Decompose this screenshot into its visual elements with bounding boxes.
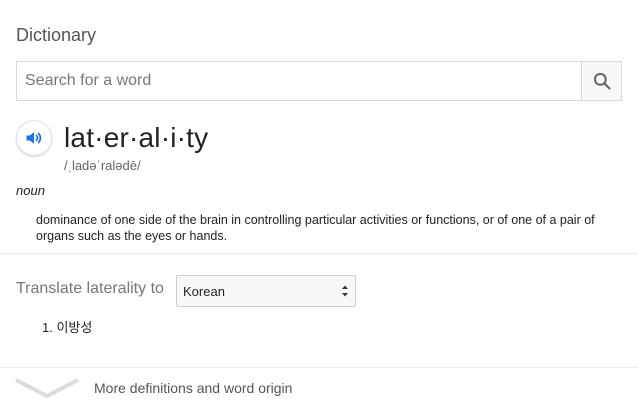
translation-text: 이방성 — [56, 320, 93, 335]
language-select[interactable]: Korean — [176, 275, 356, 307]
phonetic-spelling: /ˌladəˈralədē/ — [64, 158, 141, 173]
search-box — [16, 61, 622, 101]
more-definitions-text: More definitions and word origin — [94, 380, 293, 396]
dictionary-card: Dictionary lat·er·al·i·ty /ˌladəˈralədē/… — [0, 0, 638, 408]
card-title: Dictionary — [16, 25, 97, 45]
definition-text: dominance of one side of the brain in co… — [36, 213, 595, 243]
translation-result: 1. 이방성 — [42, 319, 92, 337]
search-input[interactable] — [17, 62, 581, 100]
chevron-down-icon — [15, 378, 79, 399]
selected-language: Korean — [183, 283, 225, 299]
search-button[interactable] — [581, 62, 621, 100]
part-of-speech: noun — [16, 183, 45, 198]
updown-arrows-icon — [342, 285, 348, 297]
translate-label: Translate laterality to — [16, 280, 164, 297]
translation-number: 1. — [42, 320, 53, 335]
pronunciation-button[interactable] — [16, 120, 52, 156]
speaker-icon — [26, 132, 42, 144]
section-divider — [0, 253, 638, 254]
headword: lat·er·al·i·ty — [64, 122, 209, 153]
search-icon — [593, 72, 611, 90]
more-definitions-link[interactable]: More definitions and word origin — [0, 368, 638, 408]
